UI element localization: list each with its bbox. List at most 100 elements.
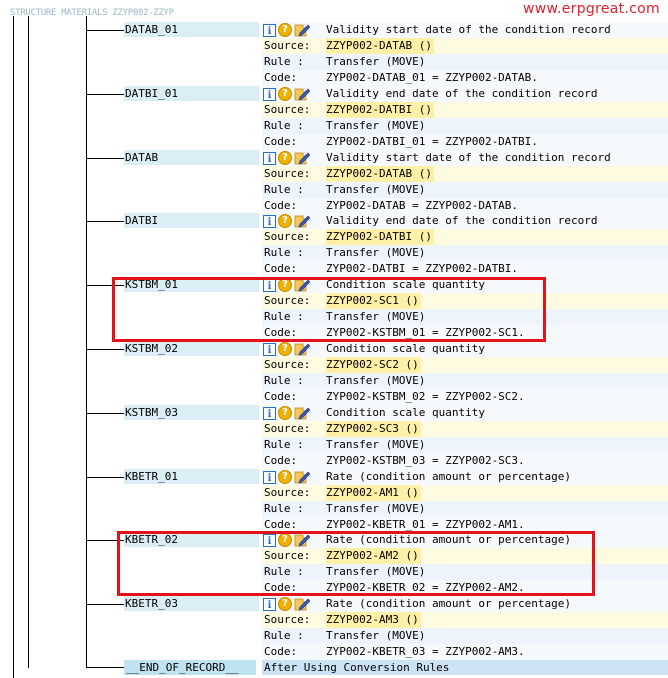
info-icon[interactable]: i xyxy=(263,342,276,356)
row-value-source[interactable]: ZZYP002-DATBI () xyxy=(326,102,434,118)
row-background xyxy=(262,182,668,198)
tree-branch xyxy=(86,349,124,350)
tree-branch xyxy=(86,221,124,222)
highlight-box-kbetr-02 xyxy=(117,531,595,596)
row-key-code: Code: xyxy=(264,645,298,658)
tree-branch xyxy=(86,30,124,31)
field-node[interactable]: DATBI xyxy=(124,213,259,228)
field-icons: i? xyxy=(263,86,311,102)
help-icon[interactable]: ? xyxy=(278,23,292,37)
field-description: Validity start date of the condition rec… xyxy=(326,151,611,164)
field-icons: i? xyxy=(263,150,311,166)
row-key-rule: Rule : xyxy=(264,119,304,132)
edit-rule-icon[interactable] xyxy=(294,342,311,356)
row-background xyxy=(262,229,668,245)
edit-rule-icon[interactable] xyxy=(294,214,311,228)
row-value-source[interactable]: ZZYP002-AM3 () xyxy=(326,612,421,628)
edit-rule-icon[interactable] xyxy=(294,23,311,37)
tree-branch-end xyxy=(86,667,124,668)
row-background xyxy=(262,501,668,517)
tree-line-outer xyxy=(13,16,14,678)
tree-header-text: STRUCTURE MATERIALS ZZYP002-ZZYP xyxy=(10,8,174,18)
row-value-source[interactable]: ZZYP002-DATAB () xyxy=(326,166,434,182)
end-of-record-desc: After Using Conversion Rules xyxy=(262,660,668,675)
row-key-rule: Rule : xyxy=(264,55,304,68)
tree-branch xyxy=(86,158,124,159)
field-icons: i? xyxy=(263,22,311,38)
row-value-code: ZYP002-DATBI = ZZYP002-DATBI. xyxy=(326,262,519,275)
end-of-record-label: __END_OF_RECORD__ xyxy=(126,661,239,674)
edit-rule-icon[interactable] xyxy=(294,597,311,611)
field-node[interactable]: KBETR_01 xyxy=(124,469,259,484)
row-background xyxy=(262,485,668,501)
row-value-source[interactable]: ZZYP002-AM1 () xyxy=(326,485,421,501)
edit-rule-icon[interactable] xyxy=(294,470,311,484)
row-key-code: Code: xyxy=(264,390,298,403)
row-background xyxy=(262,612,668,628)
row-key-source: Source: xyxy=(264,613,311,626)
help-icon[interactable]: ? xyxy=(278,597,292,611)
help-icon[interactable]: ? xyxy=(278,151,292,165)
help-icon[interactable]: ? xyxy=(278,214,292,228)
edit-rule-icon[interactable] xyxy=(294,406,311,420)
row-value-source[interactable]: ZZYP002-DATAB () xyxy=(326,38,434,54)
row-key-source: Source: xyxy=(264,358,311,371)
field-icons: i? xyxy=(263,469,311,485)
end-of-record-node[interactable]: __END_OF_RECORD__ xyxy=(124,660,256,675)
tree-line-main xyxy=(28,16,29,668)
row-key-source: Source: xyxy=(264,230,311,243)
field-node[interactable]: KSTBM_03 xyxy=(124,405,259,420)
tree-branch xyxy=(86,413,124,414)
row-background xyxy=(262,166,668,182)
row-background xyxy=(262,437,668,453)
conversion-rules-tree: STRUCTURE MATERIALS ZZYP002-ZZYP www.erp… xyxy=(0,0,668,678)
info-icon[interactable]: i xyxy=(263,23,276,37)
row-value-source[interactable]: ZZYP002-SC2 () xyxy=(326,357,421,373)
field-node[interactable]: KSTBM_02 xyxy=(124,341,259,356)
field-description: Rate (condition amount or percentage) xyxy=(326,470,572,483)
row-key-rule: Rule : xyxy=(264,374,304,387)
help-icon[interactable]: ? xyxy=(278,87,292,101)
row-background xyxy=(262,421,668,437)
info-icon[interactable]: i xyxy=(263,87,276,101)
row-value-code: ZYP002-KSTBM_03 = ZZYP002-SC3. xyxy=(326,454,525,467)
edit-rule-icon[interactable] xyxy=(294,151,311,165)
row-value-source[interactable]: ZZYP002-DATBI () xyxy=(326,229,434,245)
row-key-code: Code: xyxy=(264,71,298,84)
help-icon[interactable]: ? xyxy=(278,406,292,420)
tree-line-fields xyxy=(86,16,87,668)
row-value-rule: Transfer (MOVE) xyxy=(326,246,426,259)
edit-rule-icon[interactable] xyxy=(294,87,311,101)
row-key-rule: Rule : xyxy=(264,629,304,642)
row-key-rule: Rule : xyxy=(264,502,304,515)
row-key-source: Source: xyxy=(264,39,311,52)
field-icons: i? xyxy=(263,341,311,357)
row-value-source[interactable]: ZZYP002-SC3 () xyxy=(326,421,421,437)
row-background xyxy=(262,373,668,389)
help-icon[interactable]: ? xyxy=(278,342,292,356)
row-value-rule: Transfer (MOVE) xyxy=(326,183,426,196)
field-description: Validity start date of the condition rec… xyxy=(326,23,611,36)
info-icon[interactable]: i xyxy=(263,214,276,228)
field-description: Validity end date of the condition recor… xyxy=(326,214,598,227)
row-background xyxy=(262,38,668,54)
info-icon[interactable]: i xyxy=(263,151,276,165)
tree-branch xyxy=(86,94,124,95)
field-icons: i? xyxy=(263,596,311,612)
info-icon[interactable]: i xyxy=(263,470,276,484)
info-icon[interactable]: i xyxy=(263,597,276,611)
row-key-code: Code: xyxy=(264,454,298,467)
row-key-rule: Rule : xyxy=(264,183,304,196)
field-node[interactable]: DATAB xyxy=(124,150,259,165)
help-icon[interactable]: ? xyxy=(278,470,292,484)
row-key-source: Source: xyxy=(264,167,311,180)
field-description: Rate (condition amount or percentage) xyxy=(326,597,572,610)
field-node[interactable]: DATAB_01 xyxy=(124,22,259,37)
field-name: KBETR_01 xyxy=(125,470,178,483)
end-of-record-desc-text: After Using Conversion Rules xyxy=(264,661,450,674)
field-node[interactable]: DATBI_01 xyxy=(124,86,259,101)
field-name: KSTBM_02 xyxy=(125,342,178,355)
field-node[interactable]: KBETR_03 xyxy=(124,596,259,611)
row-value-code: ZYP002-KBETR_03 = ZZYP002-AM3. xyxy=(326,645,525,658)
info-icon[interactable]: i xyxy=(263,406,276,420)
